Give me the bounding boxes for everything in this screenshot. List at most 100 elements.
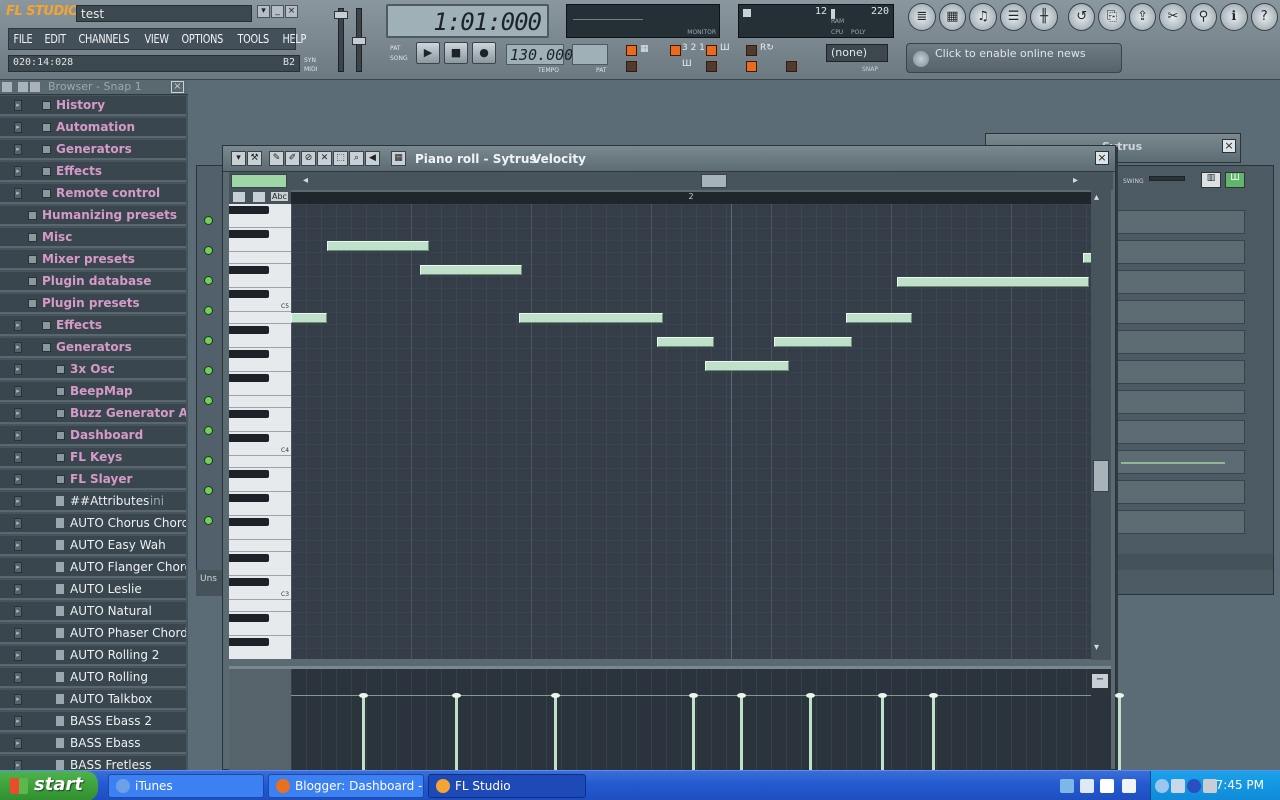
channel-mute-led[interactable] <box>204 426 213 435</box>
channel-mute-led[interactable] <box>204 456 213 465</box>
black-key[interactable] <box>229 578 269 586</box>
black-key[interactable] <box>229 518 269 526</box>
piano-roll-titlebar[interactable]: ▾ ⚒ ✎ ✐ ⊘ ✕ ⬚ ⌕ ◀ ▦ Piano roll - Sytrus … <box>223 146 1115 172</box>
browser-item[interactable]: ▸ BeepMap <box>0 382 186 402</box>
countdown-toggle[interactable] <box>670 45 681 56</box>
pr-wrench-icon[interactable]: ⚒ <box>247 151 262 166</box>
piano-roll-event-view[interactable]: Velocity <box>532 152 586 166</box>
tempo-display[interactable]: 130.000 <box>506 44 573 65</box>
velocity-bar[interactable] <box>881 696 884 774</box>
note[interactable] <box>291 313 327 323</box>
help-icon[interactable]: ? <box>1250 3 1278 31</box>
project-title-field[interactable]: test <box>76 5 252 22</box>
velocity-pane[interactable]: − <box>229 666 1124 774</box>
white-key[interactable] <box>229 648 291 659</box>
white-key[interactable] <box>229 312 291 324</box>
menu-options[interactable]: OPTIONS <box>177 32 227 46</box>
velocity-bar[interactable] <box>740 696 743 774</box>
white-key[interactable] <box>229 528 291 540</box>
black-key[interactable] <box>229 470 269 478</box>
note-names-abc-icon[interactable]: Abc <box>271 192 288 201</box>
browser-item[interactable]: Plugin database <box>0 272 186 292</box>
browser-item[interactable]: Plugin presets <box>0 294 186 314</box>
browser-item[interactable]: ▸ AUTO Flanger Chords <box>0 558 186 578</box>
browser-item[interactable]: ▸ AUTO Phaser Chords <box>0 624 186 644</box>
pr-menu-icon[interactable]: ▾ <box>231 151 246 166</box>
tray-alert-icon[interactable] <box>1122 779 1136 793</box>
velocity-handle[interactable] <box>359 693 368 698</box>
browser-item[interactable]: ▸ ##Attributes .ini <box>0 492 186 512</box>
white-key[interactable] <box>229 504 291 516</box>
white-key[interactable] <box>229 216 291 228</box>
black-key[interactable] <box>229 494 269 502</box>
black-key[interactable] <box>229 266 269 274</box>
expand-toggle[interactable]: ▸ <box>14 650 22 661</box>
channel-step-row[interactable] <box>1117 510 1245 534</box>
undo-icon[interactable]: ↺ <box>1068 3 1096 31</box>
expand-toggle[interactable]: ▸ <box>14 694 22 705</box>
master-volume-handle[interactable] <box>334 11 348 19</box>
play-button[interactable]: ▶ <box>416 42 440 64</box>
minimize-button[interactable]: _ <box>271 5 284 18</box>
window-menu-button[interactable]: ▾ <box>257 5 270 18</box>
channel-step-row[interactable] <box>1117 330 1245 354</box>
loop-record-toggle[interactable] <box>746 45 757 56</box>
channel-mute-led[interactable] <box>204 336 213 345</box>
pattern-display[interactable] <box>572 44 608 65</box>
snap-grid-icon[interactable]: ▦ <box>391 151 406 166</box>
menu-tools[interactable]: TOOLS <box>233 32 273 46</box>
note[interactable] <box>846 313 912 323</box>
expand-toggle[interactable]: ▸ <box>14 628 22 639</box>
velocity-handle[interactable] <box>929 693 938 698</box>
piano-roll-vertical-scrollbar[interactable]: ▴ ▾ <box>1091 190 1111 660</box>
white-key[interactable] <box>229 336 291 348</box>
piano-roll-horizontal-scrollbar[interactable]: ◂ ▸ <box>229 172 1113 190</box>
velocity-handle[interactable] <box>878 693 887 698</box>
expand-toggle[interactable]: ▸ <box>14 408 22 419</box>
tray-tool-icon[interactable] <box>1060 779 1074 793</box>
oscilloscope-monitor[interactable]: MONITOR <box>566 4 720 38</box>
horizontal-scroll-thumb[interactable] <box>701 174 727 188</box>
browser-item[interactable]: ▸ Dashboard <box>0 426 186 446</box>
swing-slider[interactable] <box>1149 176 1185 181</box>
time-ruler[interactable]: 2 <box>291 192 1091 204</box>
expand-toggle[interactable]: ▸ <box>14 430 22 441</box>
velocity-handle[interactable] <box>737 693 746 698</box>
playback-tool-icon[interactable]: ◀ <box>365 151 380 166</box>
white-key[interactable] <box>229 600 291 612</box>
black-key[interactable] <box>229 326 269 334</box>
velocity-bar[interactable] <box>455 696 458 774</box>
scroll-down-icon[interactable]: ▾ <box>1094 642 1099 653</box>
pat-song-switch[interactable]: PAT SONG <box>390 44 408 64</box>
save-icon[interactable]: ⎘ <box>1098 3 1126 31</box>
browser-item[interactable]: ▸ BASS Ebass <box>0 734 186 754</box>
channel-step-row[interactable] <box>1117 480 1245 504</box>
snap-select[interactable]: (none) <box>826 44 888 62</box>
delete-tool-icon[interactable]: ⊘ <box>301 151 316 166</box>
velocity-handle[interactable] <box>452 693 461 698</box>
black-key[interactable] <box>229 638 269 646</box>
expand-toggle[interactable]: ▸ <box>14 166 22 177</box>
white-key[interactable] <box>229 396 291 408</box>
note[interactable] <box>774 337 852 347</box>
menu-channels[interactable]: CHANNELS <box>74 32 134 46</box>
step-edit-toggle[interactable] <box>706 45 717 56</box>
channel-step-row[interactable] <box>1117 390 1245 414</box>
black-key[interactable] <box>229 614 269 622</box>
white-key[interactable] <box>229 384 291 396</box>
expand-toggle[interactable]: ▸ <box>14 672 22 683</box>
browser-item[interactable]: Humanizing presets <box>0 206 186 226</box>
white-key[interactable] <box>229 240 291 252</box>
tray-display-icon[interactable] <box>1171 779 1185 793</box>
black-key[interactable] <box>229 434 269 442</box>
browser-item[interactable]: ▸ Remote control <box>0 184 186 204</box>
black-key[interactable] <box>229 374 269 382</box>
channel-step-row[interactable] <box>1117 270 1245 294</box>
expand-toggle[interactable]: ▸ <box>14 584 22 595</box>
note[interactable] <box>657 337 714 347</box>
browser-item[interactable]: ▸ FL Slayer <box>0 470 186 490</box>
expand-toggle[interactable]: ▸ <box>14 342 22 353</box>
velocity-handle[interactable] <box>1115 693 1124 698</box>
draw-tool-icon[interactable]: ✎ <box>269 151 284 166</box>
tray-bluetooth-icon[interactable] <box>1187 779 1201 793</box>
